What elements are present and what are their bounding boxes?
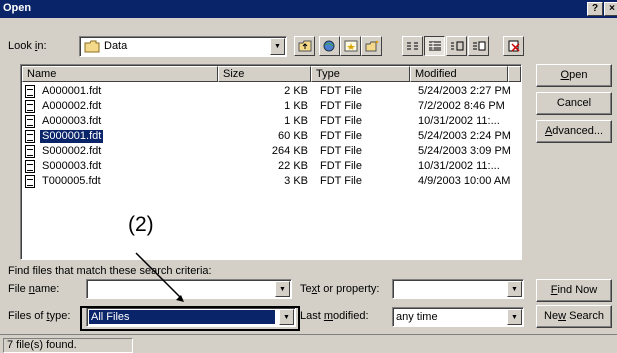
open-dialog: Open ? × Look in: Data ▼ Name Size Type … xyxy=(0,0,617,353)
annotation-highlight-box xyxy=(80,306,300,331)
annotation-arrow xyxy=(135,252,184,302)
